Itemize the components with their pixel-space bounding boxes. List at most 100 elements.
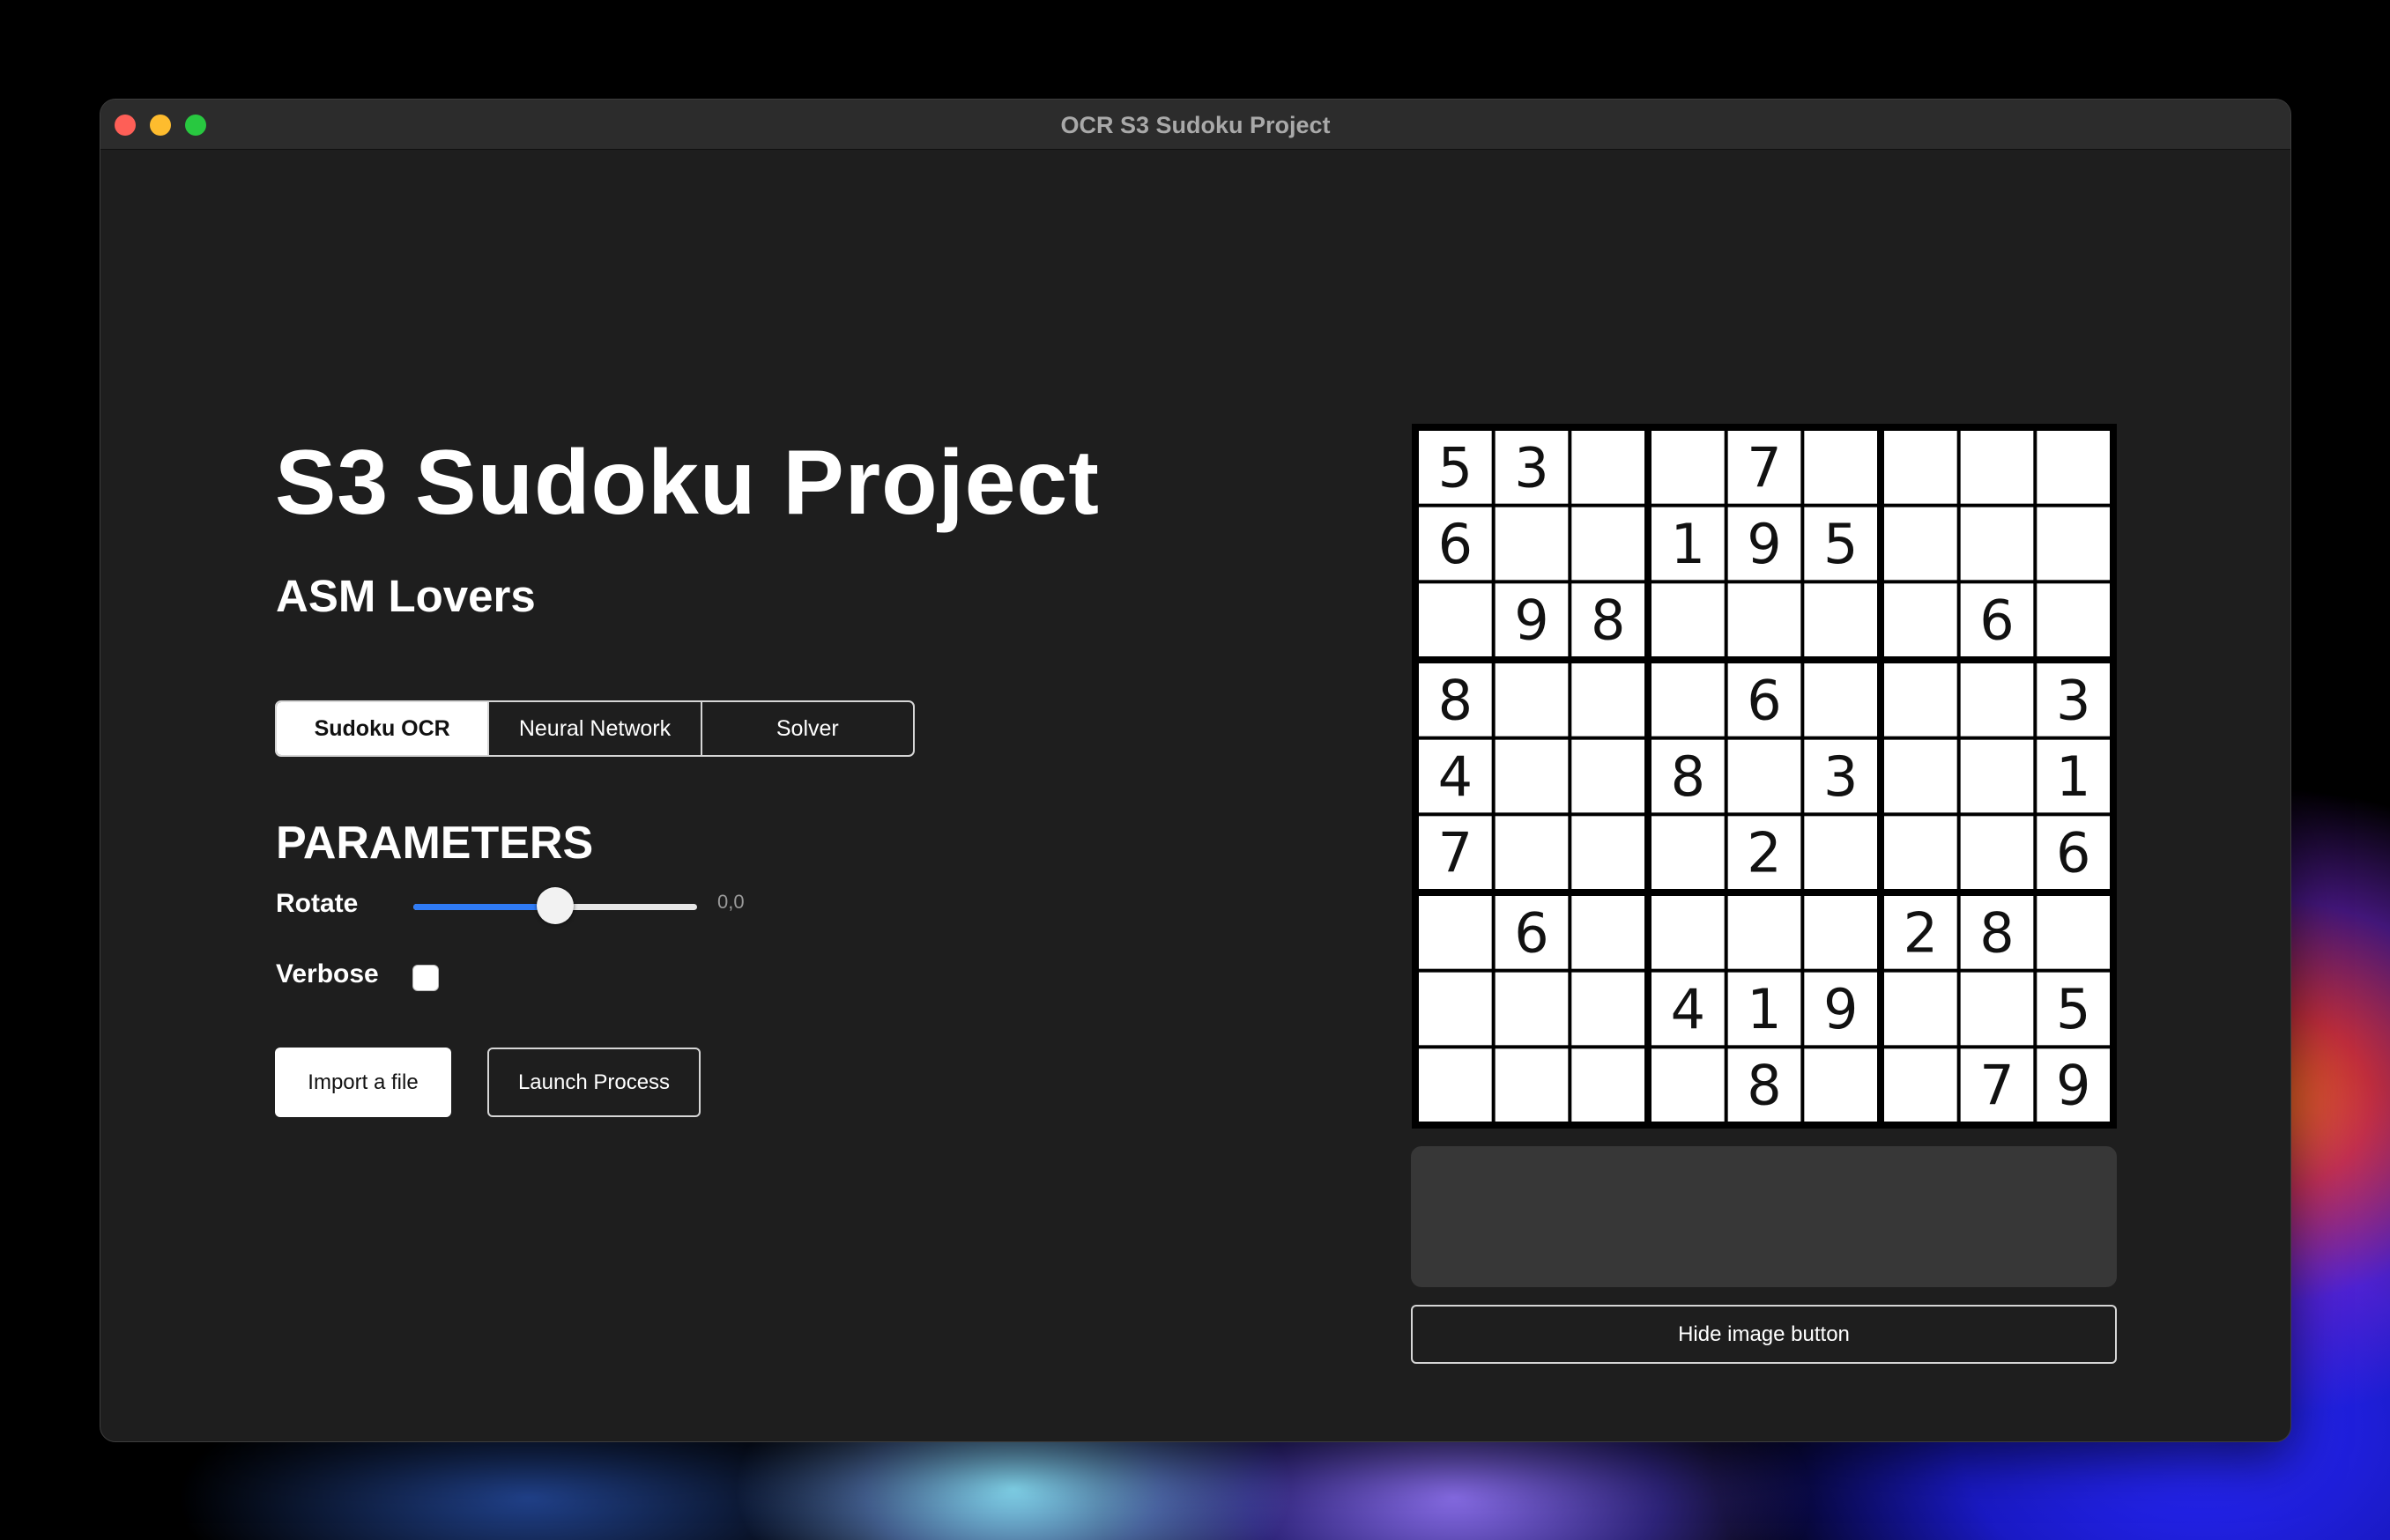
sudoku-cell <box>2037 507 2110 581</box>
sudoku-digit: 6 <box>2056 821 2090 885</box>
rotate-slider[interactable] <box>413 887 697 924</box>
sudoku-cell <box>1884 1048 1957 1122</box>
sudoku-cell <box>1571 431 1644 504</box>
sudoku-digit: 4 <box>1671 977 1705 1041</box>
tab-solver[interactable]: Solver <box>700 702 913 755</box>
sudoku-digit: 1 <box>2056 744 2090 809</box>
tab-neural-network[interactable]: Neural Network <box>487 702 700 755</box>
sudoku-cell <box>1651 1048 1725 1122</box>
sudoku-cell <box>1571 896 1644 969</box>
sudoku-digit: 8 <box>1438 668 1473 732</box>
sudoku-cell <box>1571 663 1644 737</box>
sudoku-cell <box>1804 583 1877 656</box>
sudoku-cell <box>2037 583 2110 656</box>
sudoku-cell <box>1960 507 2034 581</box>
sudoku-cell <box>1571 972 1644 1046</box>
sudoku-cell <box>1419 1048 1492 1122</box>
sudoku-cell <box>2037 896 2110 969</box>
sudoku-digit: 6 <box>1438 512 1473 576</box>
sudoku-cell <box>1884 663 1957 737</box>
page-subtitle: ASM Lovers <box>276 571 536 621</box>
window-title: OCR S3 Sudoku Project <box>1060 112 1331 138</box>
hide-image-button[interactable]: Hide image button <box>1411 1305 2117 1364</box>
sudoku-digit: 7 <box>1438 821 1473 885</box>
sudoku-cell <box>1651 431 1725 504</box>
sudoku-digit: 8 <box>1979 900 2014 965</box>
sudoku-digit: 6 <box>1514 900 1548 965</box>
sudoku-cell <box>1804 896 1877 969</box>
sudoku-cell <box>1960 816 2034 889</box>
sudoku-cell <box>1727 896 1801 969</box>
import-file-button[interactable]: Import a file <box>275 1048 451 1117</box>
sudoku-cell <box>1884 431 1957 504</box>
sudoku-digit: 6 <box>1747 668 1781 732</box>
app-window: OCR S3 Sudoku Project S3 Sudoku Project … <box>100 99 2291 1442</box>
sudoku-digit: 5 <box>1438 435 1473 500</box>
sudoku-grid: 5 3 76 1 9 59 8 68 6 34 8 3 17 2 66 2 84 1 9 58 7 9 <box>1419 431 2110 1122</box>
rotate-value: 0,0 <box>717 891 745 913</box>
sudoku-cell <box>1884 816 1957 889</box>
rotate-slider-fill <box>413 904 555 910</box>
sudoku-digit: 5 <box>2056 977 2090 1041</box>
sudoku-cell <box>1960 739 2034 813</box>
sudoku-cell <box>1804 663 1877 737</box>
rotate-label: Rotate <box>276 889 359 918</box>
sudoku-cell <box>1571 816 1644 889</box>
sudoku-cell <box>1804 1048 1877 1122</box>
sudoku-digit: 4 <box>1438 744 1473 809</box>
sudoku-cell <box>1651 816 1725 889</box>
mode-tabs: Sudoku OCR Neural Network Solver <box>275 700 915 757</box>
sudoku-digit: 8 <box>1591 589 1625 653</box>
sudoku-cell <box>1884 583 1957 656</box>
sudoku-cell <box>1727 739 1801 813</box>
rotate-slider-thumb[interactable] <box>537 887 574 924</box>
verbose-label: Verbose <box>276 959 379 988</box>
sudoku-cell <box>1884 739 1957 813</box>
sudoku-digit: 1 <box>1671 512 1705 576</box>
sudoku-cell <box>1419 583 1492 656</box>
sudoku-cell <box>1495 1048 1569 1122</box>
sudoku-cell <box>1651 896 1725 969</box>
sudoku-cell <box>1960 972 2034 1046</box>
launch-process-button[interactable]: Launch Process <box>487 1048 701 1117</box>
sudoku-cell <box>1651 663 1725 737</box>
sudoku-cell <box>1495 972 1569 1046</box>
sudoku-cell <box>1495 507 1569 581</box>
sudoku-digit: 3 <box>1514 435 1548 500</box>
sudoku-digit: 5 <box>1823 512 1858 576</box>
sudoku-digit: 2 <box>1747 821 1781 885</box>
sudoku-digit: 9 <box>2056 1054 2090 1118</box>
sudoku-digit: 1 <box>1747 977 1781 1041</box>
sudoku-cell <box>1495 739 1569 813</box>
page-title: S3 Sudoku Project <box>275 432 1100 534</box>
sudoku-digit: 9 <box>1514 589 1548 653</box>
main-content: S3 Sudoku Project ASM Lovers Sudoku OCR … <box>100 149 2290 1441</box>
sudoku-cell <box>1651 583 1725 656</box>
sudoku-cell <box>1419 972 1492 1046</box>
sudoku-cell <box>1495 663 1569 737</box>
sudoku-cell <box>1804 816 1877 889</box>
sudoku-digit: 3 <box>2056 668 2090 732</box>
title-bar: OCR S3 Sudoku Project <box>100 100 2290 150</box>
sudoku-digit: 7 <box>1747 435 1781 500</box>
sudoku-digit: 6 <box>1979 589 2014 653</box>
sudoku-cell <box>1571 507 1644 581</box>
sudoku-digit: 9 <box>1823 977 1858 1041</box>
sudoku-cell <box>2037 431 2110 504</box>
sudoku-cell <box>1960 431 2034 504</box>
parameters-heading: PARAMETERS <box>276 818 594 869</box>
sudoku-digit: 8 <box>1671 744 1705 809</box>
sudoku-image: 537619598686348317266284195879 <box>1412 424 2117 1129</box>
verbose-checkbox[interactable] <box>412 965 439 991</box>
sudoku-digit: 8 <box>1747 1054 1781 1118</box>
sudoku-digit: 9 <box>1747 512 1781 576</box>
sudoku-digit: 7 <box>1979 1054 2014 1118</box>
sudoku-cell <box>1804 431 1877 504</box>
sudoku-cell <box>1419 896 1492 969</box>
sudoku-cell <box>1571 739 1644 813</box>
sudoku-cell <box>1571 1048 1644 1122</box>
tab-sudoku-ocr[interactable]: Sudoku OCR <box>277 702 488 755</box>
output-panel <box>1411 1146 2117 1287</box>
sudoku-cell <box>1884 507 1957 581</box>
sudoku-digit: 3 <box>1823 744 1858 809</box>
